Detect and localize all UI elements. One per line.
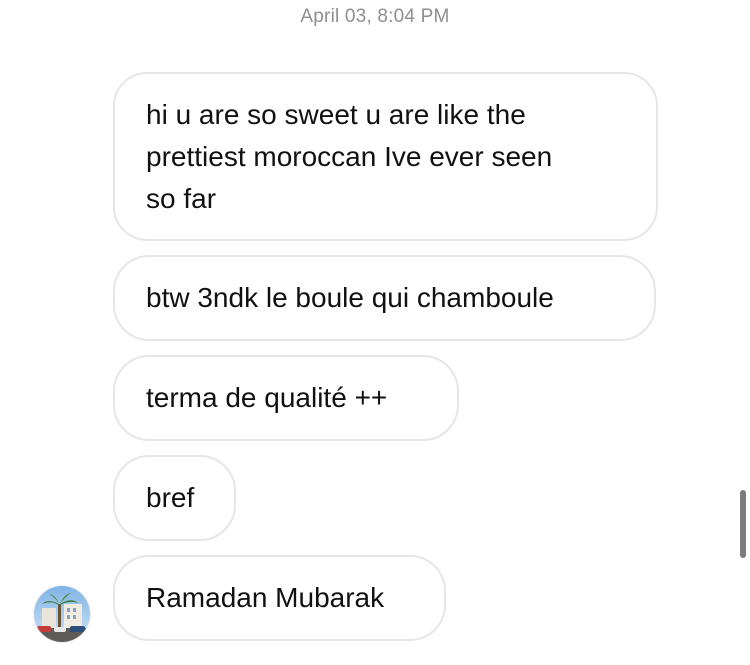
message-text-line: Ramadan Mubarak [146, 582, 385, 613]
message-text-line: btw 3ndk le boule qui chamboule [146, 282, 554, 313]
message-bubble[interactable]: hi u are so sweet u are like the prettie… [113, 72, 658, 241]
message-text-line: bref [146, 482, 195, 513]
sender-avatar[interactable] [33, 585, 91, 643]
scrollbar-thumb[interactable] [740, 490, 746, 558]
message-text-line: so far [146, 183, 217, 214]
message-bubble[interactable]: btw 3ndk le boule qui chamboule [113, 255, 656, 341]
message-text-line: hi u are so sweet u are like the [146, 99, 526, 130]
message-text-line: terma de qualité ++ [146, 382, 388, 413]
message-bubble[interactable]: Ramadan Mubarak [113, 555, 446, 641]
message-bubble[interactable]: bref [113, 455, 236, 541]
message-timestamp: April 03, 8:04 PM [300, 6, 450, 27]
message-text-line: prettiest moroccan Ive ever seen [146, 141, 553, 172]
profile-photo-icon [34, 586, 90, 642]
message-bubble[interactable]: terma de qualité ++ [113, 355, 459, 441]
